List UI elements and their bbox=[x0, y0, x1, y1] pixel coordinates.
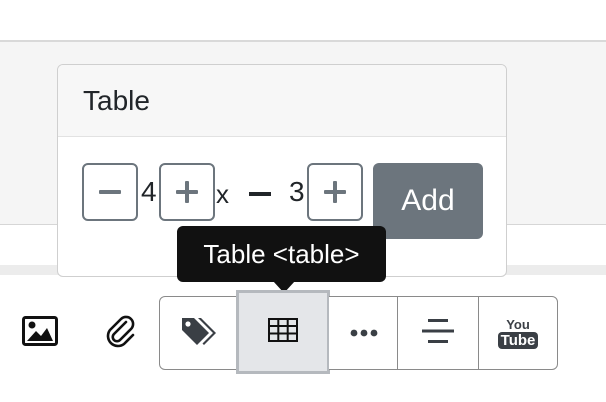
dimension-separator: x bbox=[216, 179, 229, 209]
popover-title: Table bbox=[58, 65, 506, 137]
minus-icon bbox=[99, 190, 121, 194]
align-center-icon bbox=[421, 318, 455, 349]
table-tooltip: Table <table> bbox=[177, 226, 386, 282]
plus-icon bbox=[324, 181, 346, 203]
plus-icon bbox=[176, 181, 198, 203]
cols-value: 3 bbox=[289, 176, 305, 207]
youtube-icon: You Tube bbox=[497, 316, 539, 349]
cols-increment-button[interactable] bbox=[307, 163, 363, 221]
attach-file-button[interactable] bbox=[80, 296, 160, 370]
more-horizontal-icon bbox=[350, 324, 378, 342]
tags-icon bbox=[179, 315, 219, 352]
insert-image-button[interactable] bbox=[0, 296, 80, 370]
youtube-text-top: You bbox=[506, 316, 530, 332]
table-icon bbox=[268, 317, 298, 347]
insert-video-button[interactable]: You Tube bbox=[478, 296, 558, 370]
rows-value: 4 bbox=[141, 176, 157, 207]
rows-decrement-button[interactable] bbox=[82, 163, 138, 221]
rows-increment-button[interactable] bbox=[159, 163, 215, 221]
tags-button[interactable] bbox=[159, 296, 239, 370]
more-button[interactable] bbox=[329, 296, 399, 370]
editor-top-area bbox=[0, 0, 606, 40]
youtube-text-bottom: Tube bbox=[497, 331, 539, 349]
add-table-button[interactable]: Add bbox=[373, 163, 483, 239]
cols-decrement-button[interactable] bbox=[249, 192, 271, 196]
insert-table-button[interactable] bbox=[236, 290, 330, 374]
align-center-button[interactable] bbox=[397, 296, 479, 370]
paperclip-icon bbox=[104, 314, 136, 353]
image-icon bbox=[22, 315, 58, 351]
